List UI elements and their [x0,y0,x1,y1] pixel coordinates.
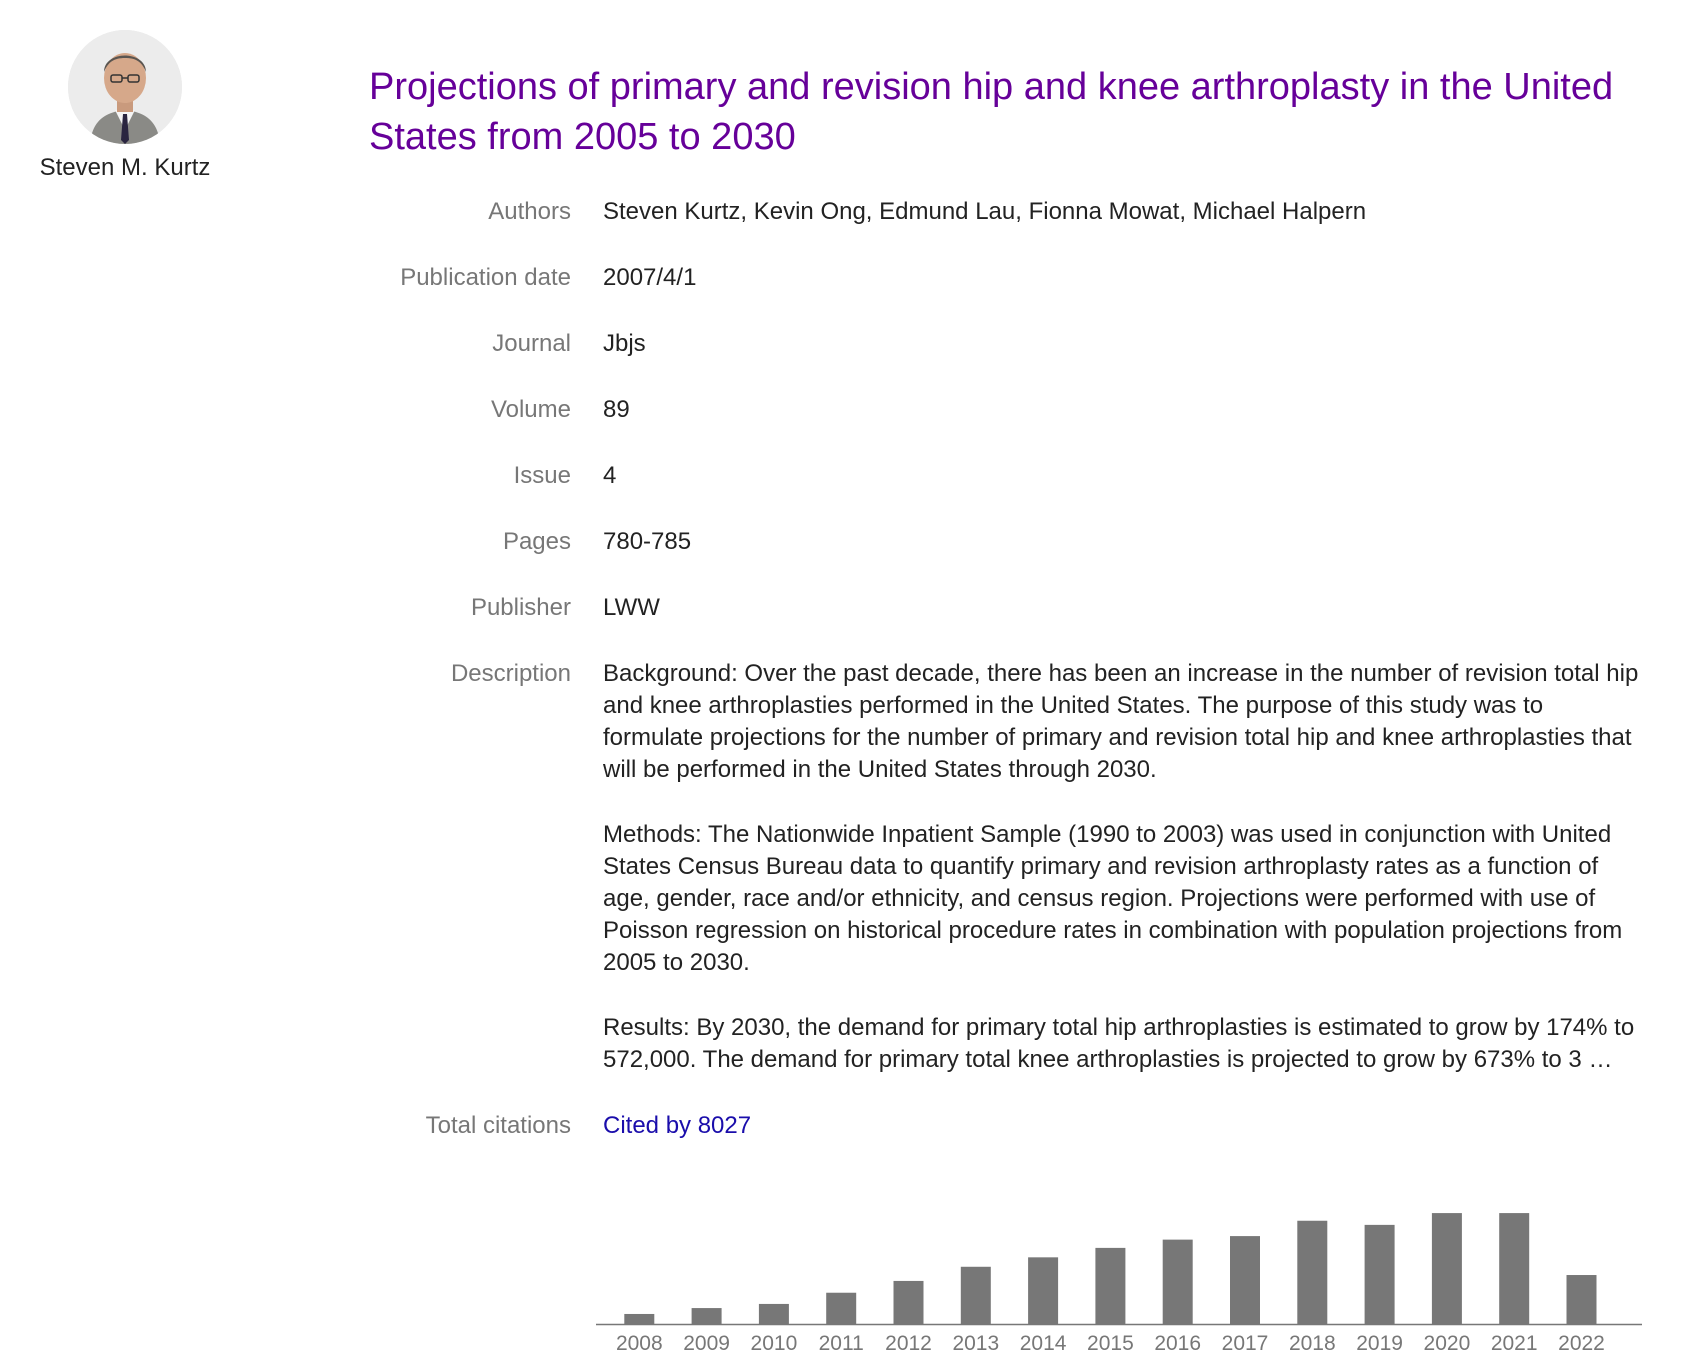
chart-bar-2018[interactable] [1297,1220,1328,1324]
chart-tick-2020: 2020 [1424,1332,1471,1355]
field-publisher: Publisher LWW [0,592,1706,624]
field-journal: Journal Jbjs [0,328,1706,360]
chart-tick-2021: 2021 [1491,1332,1538,1355]
article-title[interactable]: Projections of primary and revision hip … [369,62,1699,162]
field-label-description: Description [450,660,571,687]
field-label-publisher: Publisher [470,594,571,621]
field-label-issue: Issue [513,462,571,489]
chart-tick-2010: 2010 [751,1332,798,1355]
author-avatar[interactable] [68,30,182,144]
chart-tick-2012: 2012 [885,1332,932,1355]
chart-bar-2019[interactable] [1364,1224,1395,1324]
chart-tick-2014: 2014 [1020,1332,1067,1355]
field-total-citations: Total citations Cited by 8027 [0,1110,1706,1142]
chart-bar-2009[interactable] [691,1308,722,1324]
chart-bar-2011[interactable] [826,1292,857,1324]
chart-tick-2015: 2015 [1087,1332,1134,1355]
field-label-publication-date: Publication date [400,264,571,291]
field-label-total-citations: Total citations [425,1112,571,1139]
chart-tick-2019: 2019 [1356,1332,1403,1355]
field-value-publication-date: 2007/4/1 [603,264,697,291]
chart-tick-2017: 2017 [1222,1332,1269,1355]
chart-bar-2022[interactable] [1566,1275,1597,1324]
citations-chart-svg: 2007200820092010201120122013201420152016… [596,1213,1642,1355]
chart-tick-2009: 2009 [683,1332,730,1355]
field-label-authors: Authors [488,198,571,225]
cited-by-link[interactable]: Cited by 8027 [603,1112,751,1139]
chart-tick-2011: 2011 [819,1332,864,1355]
field-value-volume: 89 [603,396,630,423]
chart-bar-2020[interactable] [1431,1213,1462,1324]
field-value-publisher: LWW [603,594,660,621]
chart-bar-2015[interactable] [1095,1247,1126,1324]
field-authors: Authors Steven Kurtz, Kevin Ong, Edmund … [0,196,1706,228]
field-label-pages: Pages [502,528,571,555]
field-value-journal: Jbjs [603,330,646,357]
chart-tick-2016: 2016 [1154,1332,1201,1355]
chart-bar-2010[interactable] [758,1303,789,1324]
field-pages: Pages 780-785 [0,526,1706,558]
description-background: Background: Over the past decade, there … [603,660,1639,783]
chart-tick-2022: 2022 [1558,1332,1605,1355]
description-methods: Methods: The Nationwide Inpatient Sample… [603,821,1623,976]
article-fields: Authors Steven Kurtz, Kevin Ong, Edmund … [0,196,1706,1176]
description-results: Results: By 2030, the demand for primary… [603,1014,1635,1073]
field-issue: Issue 4 [0,460,1706,492]
chart-bar-2021[interactable] [1499,1213,1530,1324]
chart-bar-2013[interactable] [960,1266,991,1324]
author-profile[interactable]: Steven M. Kurtz [0,30,250,182]
chart-tick-2018: 2018 [1289,1332,1336,1355]
chart-bar-2014[interactable] [1028,1257,1059,1324]
chart-bar-2012[interactable] [893,1280,924,1324]
citations-chart: 2007200820092010201120122013201420152016… [596,1180,1642,1360]
field-label-volume: Volume [490,396,571,423]
field-volume: Volume 89 [0,394,1706,426]
field-publication-date: Publication date 2007/4/1 [0,262,1706,294]
chart-bar-2016[interactable] [1162,1239,1193,1324]
field-description: Description Background: Over the past de… [0,658,1706,1076]
field-value-description: Background: Over the past decade, there … [603,658,1648,1076]
field-label-journal: Journal [492,330,571,357]
chart-tick-2013: 2013 [952,1332,999,1355]
field-value-authors: Steven Kurtz, Kevin Ong, Edmund Lau, Fio… [603,198,1367,225]
chart-bar-2008[interactable] [624,1313,655,1324]
author-photo [68,30,182,144]
chart-bar-2017[interactable] [1230,1236,1260,1324]
chart-tick-2008: 2008 [616,1332,663,1355]
field-value-total-citations: Cited by 8027 [603,1110,1648,1142]
author-name[interactable]: Steven M. Kurtz [0,154,250,182]
field-value-pages: 780-785 [603,528,692,555]
field-value-issue: 4 [603,462,617,489]
